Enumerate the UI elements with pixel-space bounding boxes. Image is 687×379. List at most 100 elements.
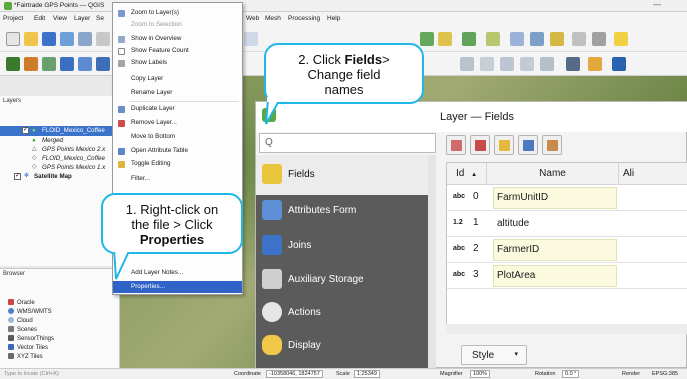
menu-settings[interactable]: Se [96,15,104,22]
magnifier-field[interactable]: 100% [470,370,491,378]
table-row[interactable]: 1.2 1 altitude [447,211,687,237]
new-field-button[interactable] [446,135,466,155]
digitize-icon[interactable] [460,57,474,71]
duplicate-icon [118,106,125,113]
sum-icon[interactable] [550,32,564,46]
print-layout-icon[interactable] [78,32,92,46]
browser-item[interactable]: Cloud [8,317,33,324]
menu-item-toggle-editing[interactable]: Toggle Editing [113,158,242,170]
column-header-alias[interactable]: Ali [619,163,687,185]
menu-edit[interactable]: Edit [34,15,45,22]
toggle-editing-button[interactable] [494,135,514,155]
field-name-cell[interactable]: altitude [493,213,617,235]
vertex-tool-icon[interactable] [480,57,494,71]
add-raster-icon[interactable] [24,57,38,71]
deselect-icon[interactable] [438,32,452,46]
browser-item[interactable]: Vector Tiles [8,344,48,351]
save-edits-button[interactable] [518,135,538,155]
grass-icon[interactable] [612,57,626,71]
menu-item-filter[interactable]: Filter... [113,173,242,185]
browser-item[interactable]: Oracle [8,299,35,306]
menu-item-show-feature-count[interactable]: Show Feature Count [113,45,242,57]
menu-item-remove-layer[interactable]: Remove Layer... [113,117,242,129]
menu-mesh[interactable]: Mesh [265,15,281,22]
coordinate-field[interactable]: -10358046, 1824757 [266,370,323,378]
menu-item-zoom-to-selection[interactable]: Zoom to Selection [113,19,242,31]
add-spatialite-icon[interactable] [60,57,74,71]
kml-icon[interactable] [6,57,20,71]
open-project-icon[interactable] [24,32,38,46]
render-label[interactable]: Render [622,371,640,377]
layer-row[interactable]: ✻ Satellite Map [0,172,120,182]
scale-field[interactable]: 1:25349 [354,370,380,378]
merge-icon[interactable] [520,57,534,71]
field-name-cell[interactable]: FarmUnitID [493,187,617,209]
new-project-icon[interactable] [6,32,20,46]
add-delimited-icon[interactable] [42,57,56,71]
column-header-name[interactable]: Name [487,163,619,185]
locator-input[interactable]: Type to locate (Ctrl+K) [4,371,59,377]
table-horizontal-scrollbar[interactable] [446,324,687,334]
python-icon[interactable] [588,57,602,71]
delete-field-button[interactable] [470,135,490,155]
menu-project[interactable]: Project [3,15,23,22]
style-dropdown-button[interactable]: Style ▾ [461,345,527,365]
browser-item[interactable]: WMS/WMTS [8,308,52,315]
browser-item[interactable]: SensorThings [8,335,54,342]
identify-icon[interactable] [510,32,524,46]
field-calc-icon[interactable] [462,32,476,46]
table-row[interactable]: abc 2 FarmerID [447,237,687,263]
add-postgis-icon[interactable] [78,57,92,71]
table-row[interactable]: abc 0 FarmUnitID [447,185,687,211]
menu-web[interactable]: Web [246,15,259,22]
statistics-icon[interactable] [486,32,500,46]
menu-item-show-in-overview[interactable]: Show in Overview [113,33,242,45]
field-name-cell[interactable]: PlotArea [493,265,617,287]
layer-checkbox[interactable] [14,172,21,180]
menu-item-zoom-to-layer[interactable]: Zoom to Layer(s) [113,7,242,19]
menu-view[interactable]: View [53,15,67,22]
plugin-icon[interactable] [566,57,580,71]
annotation-icon[interactable] [614,32,628,46]
select-features-icon[interactable] [420,32,434,46]
browser-panel: Browser Oracle WMS/WMTS Cloud Scenes Sen… [0,268,120,368]
minimize-button[interactable]: — [653,0,661,9]
callout-pointer [112,246,132,280]
menu-processing[interactable]: Processing [288,15,320,22]
save-as-icon[interactable] [60,32,74,46]
tab-fields[interactable]: Fields [256,155,428,195]
save-project-icon[interactable] [42,32,56,46]
attribute-table-icon[interactable] [530,32,544,46]
reshape-icon[interactable] [540,57,554,71]
add-wms-icon[interactable] [96,57,110,71]
menu-item-copy-layer[interactable]: Copy Layer [113,73,242,85]
layer-checkbox[interactable] [22,126,29,134]
field-calculator-button[interactable] [542,135,562,155]
tab-attributes-form[interactable]: Attributes Form [256,191,428,231]
map-tips-icon[interactable] [592,32,606,46]
layer-row[interactable]: ● FLOID_Mexico_Coffee [0,126,120,136]
sidebar-scrollbar[interactable] [428,155,436,369]
table-row[interactable]: abc 3 PlotArea [447,263,687,289]
fields-toolbar [446,135,686,157]
menu-item-rename-layer[interactable]: Rename Layer [113,87,242,99]
browser-item[interactable]: XYZ Tiles [8,353,43,360]
menu-item-show-labels[interactable]: Show Labels [113,57,242,69]
layout-manager-icon[interactable] [96,32,110,46]
menu-item-duplicate-layer[interactable]: Duplicate Layer [113,103,242,115]
pan-icon[interactable] [244,32,258,46]
menu-item-move-to-bottom[interactable]: Move to Bottom [113,131,242,143]
rotation-field[interactable]: 0.0 ° [562,370,580,378]
menu-item-open-attribute-table[interactable]: Open Attribute Table [113,145,242,157]
column-header-id[interactable]: Id ▲ [447,163,487,185]
menu-item-properties[interactable]: Properties... [113,281,242,293]
split-icon[interactable] [500,57,514,71]
menu-layer[interactable]: Layer [74,15,90,22]
menu-help[interactable]: Help [327,15,340,22]
crs-button[interactable]: EPSG:385 [652,371,678,377]
dialog-search-input[interactable]: Q [259,133,436,153]
tab-display[interactable]: Display [256,326,428,366]
field-name-cell[interactable]: FarmerID [493,239,617,261]
measure-icon[interactable] [572,32,586,46]
browser-item[interactable]: Scenes [8,326,37,333]
